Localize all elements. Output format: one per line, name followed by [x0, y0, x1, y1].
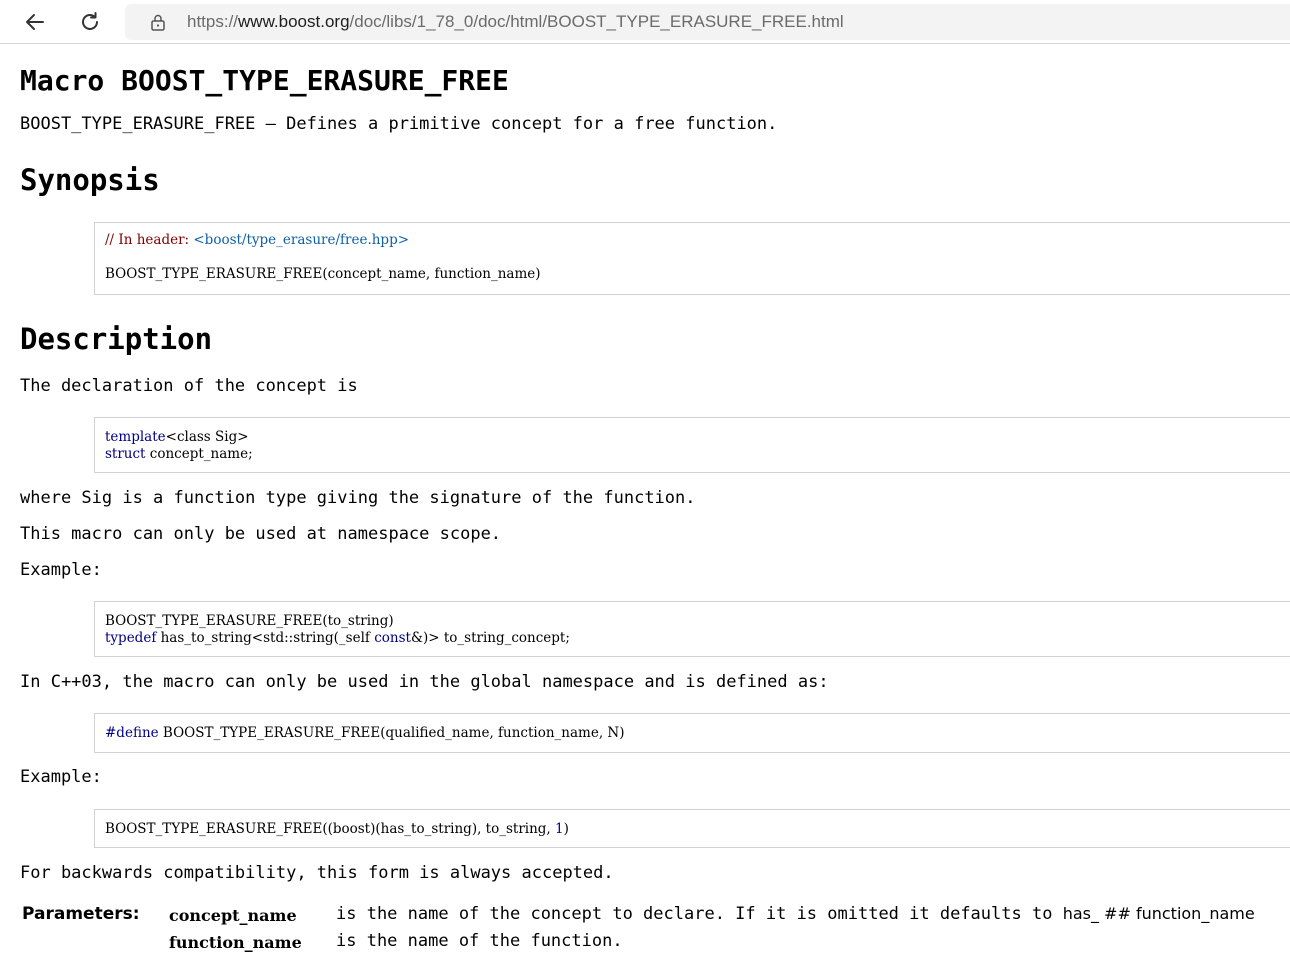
address-bar[interactable]: https://www.boost.org/doc/libs/1_78_0/do… [125, 4, 1290, 40]
back-button[interactable] [19, 6, 51, 38]
keyword-struct: struct [105, 446, 146, 462]
reload-icon [82, 12, 98, 30]
code-struct-name: concept_name; [145, 446, 253, 462]
browser-toolbar: https://www.boost.org/doc/libs/1_78_0/do… [0, 0, 1290, 44]
parameters-label: Parameters: [22, 904, 140, 924]
example-code-block-2: BOOST_TYPE_ERASURE_FREE((boost)(has_to_s… [94, 809, 1290, 848]
description-para-3: This macro can only be used at namespace… [20, 524, 502, 544]
description-para-2: where Sig is a function type giving the … [20, 488, 696, 508]
example-label-2: Example: [20, 767, 102, 787]
arrow-left-icon [26, 14, 44, 30]
example-code-block-1: BOOST_TYPE_ERASURE_FREE(to_string) typed… [94, 601, 1290, 657]
header-link[interactable]: <boost/type_erasure/free.hpp> [193, 232, 409, 248]
url-path: /doc/libs/1_78_0/doc/html/BOOST_TYPE_ERA… [349, 12, 844, 31]
code-template-args: <class Sig> [165, 429, 249, 445]
refname: BOOST_TYPE_ERASURE_FREE — Defines a prim… [20, 114, 778, 134]
define-code-block: #define BOOST_TYPE_ERASURE_FREE(qualifie… [94, 713, 1290, 753]
synopsis-header-line: // In header: <boost/type_erasure/free.h… [105, 232, 1284, 249]
keyword-typedef: typedef [105, 630, 157, 646]
param-desc-function-name: is the name of the function. [336, 931, 623, 951]
url-scheme: https:// [187, 12, 239, 31]
code-number-literal: 1 [555, 821, 564, 837]
keyword-define: #define [105, 725, 159, 741]
keyword-template: template [105, 429, 166, 445]
url-text[interactable]: https://www.boost.org/doc/libs/1_78_0/do… [187, 12, 844, 32]
lock-icon[interactable] [149, 13, 167, 31]
example1-line1: BOOST_TYPE_ERASURE_FREE(to_string) [105, 613, 394, 629]
param-name-function-name: function_name [169, 933, 302, 952]
description-heading: Description [20, 322, 213, 356]
url-host: www.boost.org [238, 12, 350, 31]
synopsis-macro-line: BOOST_TYPE_ERASURE_FREE(concept_name, fu… [105, 266, 541, 282]
synopsis-comment: // In header: [105, 232, 194, 248]
param-default-code: has_ ## function_name [1062, 904, 1255, 923]
keyword-const: const [374, 630, 411, 646]
page-title: Macro BOOST_TYPE_ERASURE_FREE [20, 64, 509, 97]
description-para-4: In C++03, the macro can only be used in … [20, 672, 829, 692]
param-desc-concept-name: is the name of the concept to declare. I… [336, 904, 1255, 924]
synopsis-heading: Synopsis [20, 163, 160, 197]
concept-code-block: template<class Sig> struct concept_name; [94, 417, 1290, 473]
reload-button[interactable] [74, 6, 106, 38]
example-label-1: Example: [20, 560, 102, 580]
description-para-1: The declaration of the concept is [20, 376, 358, 396]
synopsis-code-block: // In header: <boost/type_erasure/free.h… [94, 222, 1290, 295]
param-name-concept-name: concept_name [169, 906, 297, 925]
description-para-5: For backwards compatibility, this form i… [20, 863, 614, 883]
